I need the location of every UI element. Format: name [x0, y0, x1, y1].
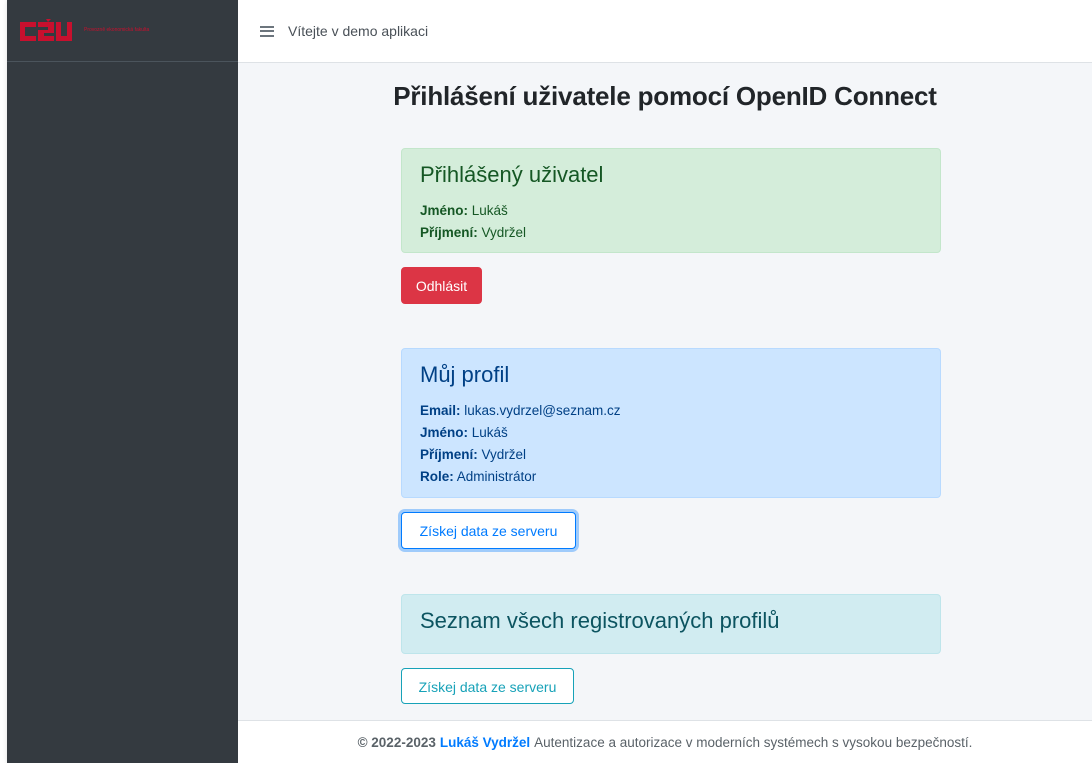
page-title: Přihlášení uživatele pomocí OpenID Conne… — [393, 81, 937, 111]
logged-user-heading: Přihlášený uživatel — [420, 162, 604, 187]
brand-logo[interactable]: Provozně ekonomická fakulta — [20, 19, 164, 45]
logged-user-card: Přihlášený uživatel Jméno: Lukáš Příjmen… — [401, 148, 941, 253]
window-edge — [0, 0, 7, 763]
profile-last-name: Příjmení: Vydržel — [420, 444, 922, 466]
field-label: Příjmení: — [420, 225, 478, 240]
profile-role: Role: Administrátor — [420, 466, 922, 488]
profile-first-name: Jméno: Lukáš — [420, 422, 922, 444]
footer-author-link[interactable]: Lukáš Vydržel — [440, 735, 530, 750]
footer: © 2022-2023 Lukáš Vydržel Autentizace a … — [238, 720, 1092, 763]
logged-user-last-name: Příjmení: Vydržel — [420, 222, 922, 244]
all-profiles-card: Seznam všech registrovaných profilů — [401, 594, 941, 654]
my-profile-heading: Můj profil — [420, 362, 510, 387]
footer-text: Autentizace a autorizace v moderních sys… — [534, 734, 973, 750]
field-value: Vydržel — [481, 225, 527, 240]
field-label: Jméno: — [420, 203, 469, 218]
field-value: Vydržel — [481, 447, 527, 462]
field-value: Lukáš — [471, 425, 508, 440]
field-value: lukas.vydrzel@seznam.cz — [464, 403, 621, 418]
field-label: Role: — [420, 469, 454, 484]
main-content: Přihlášení uživatele pomocí OpenID Conne… — [238, 63, 1092, 720]
field-label: Jméno: — [420, 425, 469, 440]
sidebar: Provozně ekonomická fakulta — [7, 0, 238, 763]
my-profile-card: Můj profil Email: lukas.vydrzel@seznam.c… — [401, 348, 941, 498]
navbar-title: Vítejte v demo aplikaci — [288, 23, 429, 39]
field-value: Administrátor — [456, 469, 537, 484]
brand-logo-text: Provozně ekonomická fakulta — [84, 27, 150, 33]
sidebar-brand: Provozně ekonomická fakulta — [7, 0, 238, 62]
footer-copyright: © 2022-2023 — [357, 734, 436, 750]
fetch-profile-button[interactable]: Získej data ze serveru — [401, 512, 576, 549]
top-navbar: Vítejte v demo aplikaci — [238, 0, 1092, 63]
field-label: Email: — [420, 403, 461, 418]
hamburger-menu-icon[interactable] — [260, 25, 274, 37]
field-label: Příjmení: — [420, 447, 478, 462]
czu-logo-icon — [20, 19, 72, 41]
logout-button[interactable]: Odhlásit — [401, 267, 482, 304]
profile-email: Email: lukas.vydrzel@seznam.cz — [420, 400, 922, 422]
logged-user-first-name: Jméno: Lukáš — [420, 200, 922, 222]
all-profiles-heading: Seznam všech registrovaných profilů — [420, 608, 780, 633]
field-value: Lukáš — [471, 203, 508, 218]
fetch-all-profiles-button[interactable]: Získej data ze serveru — [401, 668, 574, 704]
